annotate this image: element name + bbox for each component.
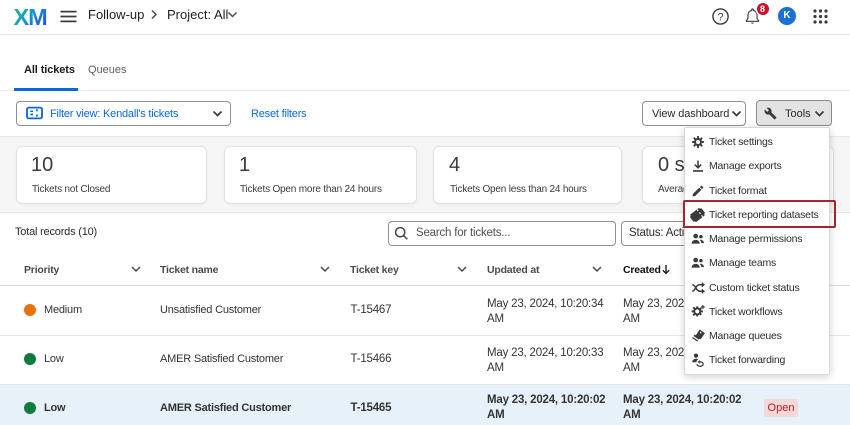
svg-text:?: ? [717, 11, 723, 23]
